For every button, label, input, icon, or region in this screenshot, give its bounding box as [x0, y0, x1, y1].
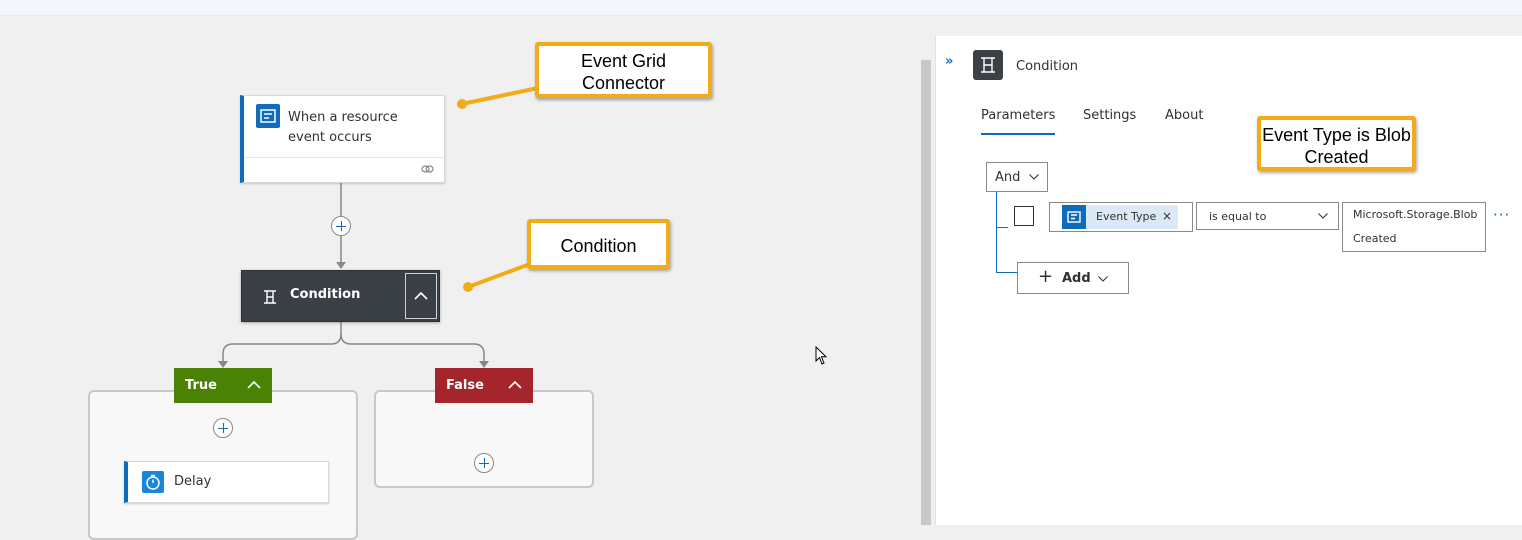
- chevron-up-icon[interactable]: [507, 378, 523, 392]
- tree-line: [996, 272, 1018, 273]
- token-label: Event Type: [1096, 210, 1157, 223]
- false-branch-container: [374, 390, 594, 488]
- condition-icon: [973, 50, 1003, 80]
- plus-icon: +: [1038, 266, 1054, 287]
- timer-icon: [142, 471, 164, 493]
- link-icon: [421, 165, 434, 173]
- trigger-card[interactable]: When a resource event occurs: [240, 95, 445, 183]
- value-line-2: Created: [1353, 232, 1397, 245]
- tree-line: [996, 192, 997, 272]
- event-grid-icon: [1062, 205, 1086, 229]
- chevron-down-icon: [1098, 276, 1108, 282]
- chevron-down-icon: [1318, 213, 1328, 219]
- panel-title: Condition: [1016, 59, 1079, 74]
- left-operand-field[interactable]: Event Type ×: [1049, 202, 1193, 232]
- tree-line: [996, 227, 1008, 228]
- chevron-up-icon[interactable]: [246, 378, 262, 392]
- row-select-checkbox[interactable]: [1014, 206, 1034, 226]
- expand-panel-icon[interactable]: »: [945, 54, 954, 69]
- true-label: True: [185, 378, 217, 393]
- condition-card[interactable]: Condition: [241, 270, 440, 322]
- add-condition-button[interactable]: + Add: [1017, 262, 1129, 294]
- more-options-icon[interactable]: ···: [1493, 206, 1510, 224]
- tab-settings[interactable]: Settings: [1083, 108, 1136, 123]
- callout-event-grid: Event Grid Connector: [535, 42, 712, 98]
- group-operator-value: And: [995, 170, 1021, 185]
- add-action-true-icon[interactable]: [213, 418, 233, 438]
- event-grid-icon: [256, 104, 280, 128]
- condition-label: Condition: [290, 287, 361, 302]
- right-operand-field[interactable]: Microsoft.Storage.Blob Created: [1342, 202, 1486, 252]
- canvas-scrollbar[interactable]: [918, 36, 934, 525]
- group-operator-dropdown[interactable]: And: [986, 162, 1048, 192]
- condition-icon: [264, 290, 276, 304]
- scrollbar-thumb[interactable]: [921, 60, 931, 525]
- collapse-button[interactable]: [405, 273, 437, 319]
- operator-dropdown[interactable]: is equal to: [1196, 202, 1339, 230]
- value-line-1: Microsoft.Storage.Blob: [1353, 208, 1478, 221]
- tab-parameters[interactable]: Parameters: [981, 108, 1056, 135]
- callout-condition: Condition: [527, 219, 670, 269]
- add-label: Add: [1062, 271, 1091, 286]
- mouse-cursor-icon: [815, 346, 828, 365]
- callout-event-type: Event Type is Blob Created: [1257, 116, 1416, 171]
- operator-value: is equal to: [1209, 210, 1267, 223]
- add-action-false-icon[interactable]: [474, 453, 494, 473]
- condition-settings-panel: » Condition Parameters Settings About An…: [935, 36, 1522, 525]
- chevron-down-icon: [1029, 174, 1039, 180]
- trigger-title: When a resource event occurs: [288, 110, 398, 145]
- chevron-up-icon: [414, 291, 428, 300]
- delay-label: Delay: [174, 474, 212, 489]
- false-branch-header[interactable]: False: [435, 368, 533, 403]
- dynamic-content-token[interactable]: Event Type ×: [1062, 205, 1178, 229]
- trigger-footer: [244, 157, 444, 183]
- false-label: False: [446, 378, 484, 393]
- true-branch-header[interactable]: True: [174, 368, 272, 403]
- tab-about[interactable]: About: [1165, 108, 1203, 123]
- remove-token-icon[interactable]: ×: [1162, 209, 1172, 223]
- add-step-icon[interactable]: [331, 216, 351, 236]
- delay-card[interactable]: Delay: [124, 461, 329, 503]
